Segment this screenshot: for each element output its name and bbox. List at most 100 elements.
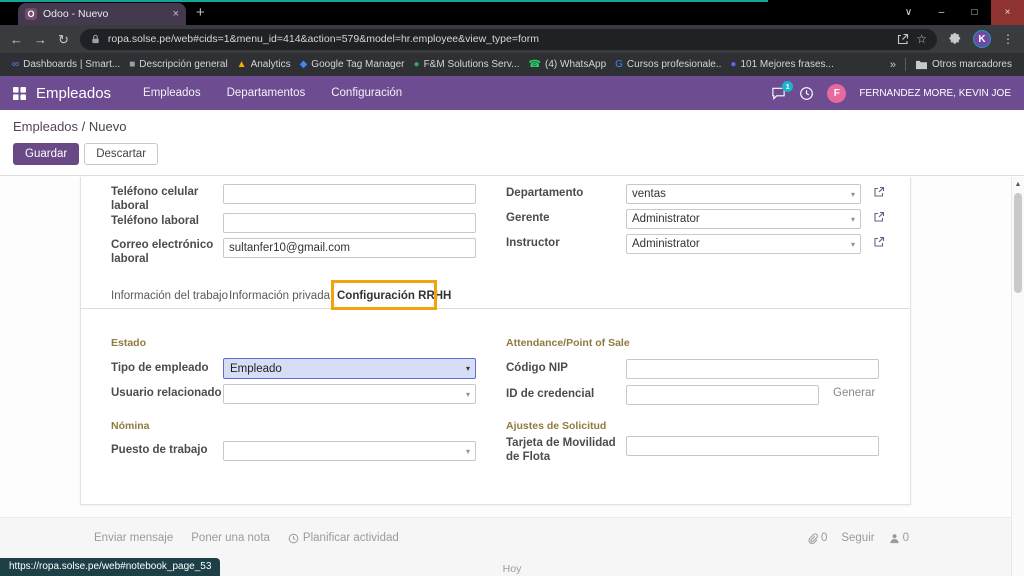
- theme-accent-stripe: [0, 0, 768, 2]
- employee-type-select[interactable]: Empleado ▾: [223, 358, 476, 379]
- department-external-link-icon[interactable]: [873, 186, 886, 199]
- user-name[interactable]: FERNANDEZ MORE, KEVIN JOE: [859, 88, 1011, 99]
- reload-icon[interactable]: ↻: [58, 33, 69, 46]
- forward-icon[interactable]: →: [34, 33, 47, 46]
- tab-informacion-del-trabajo[interactable]: Información del trabajo: [111, 283, 228, 309]
- followers-button[interactable]: 0: [889, 532, 909, 544]
- bookmark-item[interactable]: ■ Descripción general: [129, 59, 227, 70]
- manager-external-link-icon[interactable]: [873, 211, 886, 224]
- menu-item-configuracion[interactable]: Configuración: [331, 87, 402, 99]
- google-icon: G: [615, 60, 623, 70]
- menu-item-departamentos[interactable]: Departamentos: [227, 87, 306, 99]
- tab-title: Odoo - Nuevo: [43, 8, 167, 20]
- activities-clock-icon[interactable]: [799, 86, 814, 101]
- work-phone-input[interactable]: [223, 213, 476, 233]
- generate-badge-button[interactable]: Generar: [833, 387, 875, 399]
- url-bar[interactable]: ropa.solse.pe/web#cids=1&menu_id=414&act…: [80, 29, 937, 50]
- chatter-today-divider: Hoy: [503, 563, 522, 575]
- coach-field[interactable]: Administrator ▾: [626, 234, 861, 254]
- badge-id-input[interactable]: [626, 385, 819, 405]
- bookmarks-overflow-icon[interactable]: »: [890, 59, 896, 71]
- work-email-input[interactable]: [223, 238, 476, 258]
- bookmark-label: F&M Solutions Serv...: [424, 59, 520, 70]
- save-button[interactable]: Guardar: [13, 143, 79, 165]
- tab-close-icon[interactable]: ×: [173, 8, 179, 20]
- mobility-card-input[interactable]: [626, 436, 879, 456]
- user-avatar[interactable]: F: [827, 84, 846, 103]
- bookmark-item[interactable]: G Cursos profesionale..: [615, 59, 721, 70]
- manager-label: Gerente: [506, 211, 549, 225]
- form-view: Teléfono celular laboral Teléfono labora…: [0, 177, 1024, 576]
- manager-field[interactable]: Administrator ▾: [626, 209, 861, 229]
- folder-icon: [915, 59, 928, 70]
- bookmark-label: Dashboards | Smart...: [23, 59, 120, 70]
- schedule-activity-button[interactable]: Planificar actividad: [288, 532, 399, 544]
- bookmark-item[interactable]: ∞ Dashboards | Smart...: [12, 59, 120, 70]
- browser-tab[interactable]: O Odoo - Nuevo ×: [18, 3, 186, 25]
- person-icon: [889, 533, 900, 544]
- department-field[interactable]: ventas ▾: [626, 184, 861, 204]
- coach-value: Administrator: [632, 238, 700, 250]
- bookmark-item[interactable]: ◆ Google Tag Manager: [300, 59, 405, 70]
- messages-icon[interactable]: 1: [771, 86, 786, 101]
- maximize-button[interactable]: □: [958, 0, 991, 25]
- estado-section-title: Estado: [111, 337, 146, 349]
- menu-item-empleados[interactable]: Empleados: [143, 87, 201, 99]
- bookmark-label: Cursos profesionale..: [627, 59, 722, 70]
- tab-informacion-privada[interactable]: Información privada: [229, 283, 330, 309]
- bookmark-label: 101 Mejores frases...: [740, 59, 833, 70]
- back-icon[interactable]: ←: [10, 33, 23, 46]
- bookmark-item[interactable]: ● F&M Solutions Serv...: [414, 59, 520, 70]
- breadcrumb-root-link[interactable]: Empleados: [13, 119, 78, 134]
- related-user-field[interactable]: ▾: [223, 384, 476, 404]
- work-mobile-input[interactable]: [223, 184, 476, 204]
- bookmark-item[interactable]: ● 101 Mejores frases...: [730, 59, 833, 70]
- browser-menu-icon[interactable]: ⋮: [1002, 32, 1014, 46]
- follow-button[interactable]: Seguir: [841, 532, 874, 544]
- bookmark-star-icon[interactable]: ☆: [916, 32, 927, 46]
- attachments-button[interactable]: 0: [807, 532, 827, 544]
- odoo-favicon-icon: O: [25, 8, 37, 20]
- work-mobile-label: Teléfono celular laboral: [111, 185, 219, 213]
- bookmarks-divider: [905, 58, 906, 71]
- tab-search-icon[interactable]: ∨: [892, 0, 925, 25]
- bookmark-label: Google Tag Manager: [311, 59, 404, 70]
- notebook-tabs: Información del trabajo Información priv…: [81, 283, 910, 309]
- scroll-up-icon[interactable]: ▲: [1012, 177, 1024, 191]
- url-text[interactable]: ropa.solse.pe/web#cids=1&menu_id=414&act…: [108, 33, 890, 45]
- bookmark-favicon: ◆: [300, 60, 308, 70]
- vertical-scrollbar[interactable]: ▲: [1011, 177, 1024, 576]
- minimize-button[interactable]: –: [925, 0, 958, 25]
- job-position-label: Puesto de trabajo: [111, 443, 208, 457]
- extensions-puzzle-icon[interactable]: [948, 32, 962, 46]
- browser-titlebar: O Odoo - Nuevo × + ∨ – □ ×: [0, 0, 1024, 25]
- bookmark-favicon: ■: [129, 60, 135, 70]
- other-bookmarks-button[interactable]: Otros marcadores: [915, 59, 1012, 70]
- caret-down-icon: ▾: [466, 390, 470, 399]
- bookmark-favicon: ∞: [12, 60, 19, 70]
- scrollbar-thumb[interactable]: [1014, 193, 1022, 293]
- coach-external-link-icon[interactable]: [873, 236, 886, 249]
- close-button[interactable]: ×: [991, 0, 1024, 25]
- chatter-side: 0 Seguir 0: [807, 532, 909, 544]
- breadcrumb: Empleados / Nuevo: [13, 119, 1011, 134]
- job-position-field[interactable]: ▾: [223, 441, 476, 461]
- lock-icon[interactable]: [90, 34, 101, 45]
- follower-count: 0: [903, 532, 909, 544]
- bookmark-item[interactable]: ☎ (4) WhatsApp: [529, 59, 607, 70]
- manager-value: Administrator: [632, 213, 700, 225]
- pin-code-input[interactable]: [626, 359, 879, 379]
- bookmark-item[interactable]: ▲ Analytics: [237, 59, 291, 70]
- apps-grid-icon[interactable]: [13, 87, 26, 100]
- discard-button[interactable]: Descartar: [84, 143, 158, 165]
- share-icon[interactable]: [897, 33, 909, 45]
- new-tab-button[interactable]: +: [196, 3, 205, 23]
- log-note-button[interactable]: Poner una nota: [191, 532, 270, 544]
- department-label: Departamento: [506, 186, 583, 200]
- other-bookmarks-label: Otros marcadores: [932, 59, 1012, 70]
- app-title[interactable]: Empleados: [36, 85, 111, 102]
- bookmarks-bar: ∞ Dashboards | Smart... ■ Descripción ge…: [0, 53, 1024, 76]
- browser-profile-avatar[interactable]: K: [973, 30, 991, 48]
- send-message-button[interactable]: Enviar mensaje: [94, 532, 173, 544]
- bookmark-label: (4) WhatsApp: [545, 59, 606, 70]
